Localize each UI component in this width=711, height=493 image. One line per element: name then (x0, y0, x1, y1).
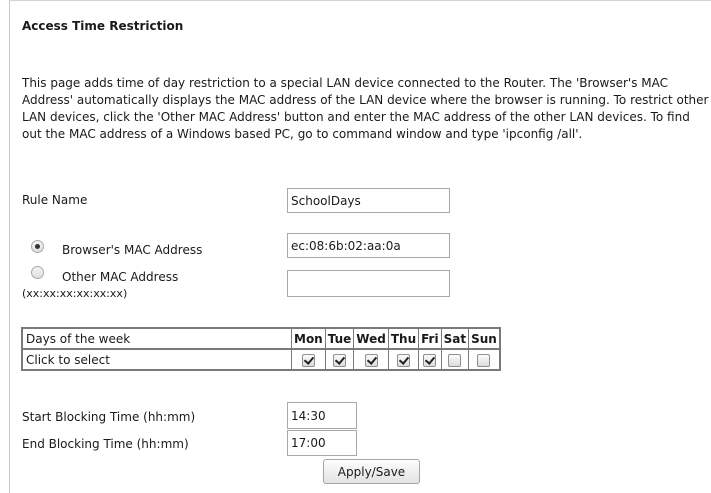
day-cell-tue (324, 348, 355, 371)
day-header-wed: Wed (353, 327, 389, 350)
day-header-mon: Mon (291, 327, 326, 350)
day-checkbox-mon[interactable] (301, 353, 315, 367)
browser-mac-label: Browser's MAC Address (62, 243, 203, 257)
day-cell-sun (468, 348, 501, 371)
day-cell-sat (440, 348, 470, 371)
day-header-tue: Tue (324, 327, 355, 350)
day-checkbox-fri[interactable] (423, 353, 437, 367)
end-time-label: End Blocking Time (hh:mm) (22, 437, 189, 451)
days-select-label: Click to select (21, 348, 292, 371)
days-of-week-table: Days of the week Mon Tue Wed Thu Fri Sat… (21, 327, 501, 371)
day-header-sun: Sun (468, 327, 501, 350)
content-frame-top-border (9, 0, 711, 1)
days-header-label: Days of the week (21, 327, 292, 350)
day-header-fri: Fri (418, 327, 442, 350)
browser-mac-input[interactable] (287, 233, 450, 258)
page-title: Access Time Restriction (22, 19, 184, 33)
other-mac-radio[interactable] (31, 266, 44, 279)
rule-name-input[interactable] (287, 188, 450, 213)
end-time-input[interactable] (287, 430, 357, 456)
days-header-row: Days of the week Mon Tue Wed Thu Fri Sat… (21, 327, 501, 350)
day-checkbox-thu[interactable] (396, 353, 410, 367)
day-checkbox-sun[interactable] (477, 353, 491, 367)
mac-format-hint: (xx:xx:xx:xx:xx:xx) (22, 287, 128, 300)
day-header-sat: Sat (440, 327, 470, 350)
rule-name-label: Rule Name (22, 193, 88, 207)
day-checkbox-wed[interactable] (364, 353, 378, 367)
content-frame-border (9, 0, 10, 493)
day-cell-mon (291, 348, 326, 371)
day-cell-thu (387, 348, 420, 371)
day-checkbox-sat[interactable] (448, 353, 462, 367)
start-time-label: Start Blocking Time (hh:mm) (22, 410, 196, 424)
other-mac-input[interactable] (287, 270, 450, 297)
day-cell-wed (353, 348, 389, 371)
start-time-input[interactable] (287, 402, 357, 429)
day-cell-fri (418, 348, 442, 371)
other-mac-label: Other MAC Address (62, 270, 179, 284)
day-checkbox-tue[interactable] (333, 353, 347, 367)
day-header-thu: Thu (387, 327, 420, 350)
days-select-row: Click to select (21, 348, 501, 371)
page-description: This page adds time of day restriction t… (22, 76, 709, 141)
apply-save-button[interactable]: Apply/Save (323, 459, 420, 484)
browser-mac-radio[interactable] (31, 240, 44, 253)
